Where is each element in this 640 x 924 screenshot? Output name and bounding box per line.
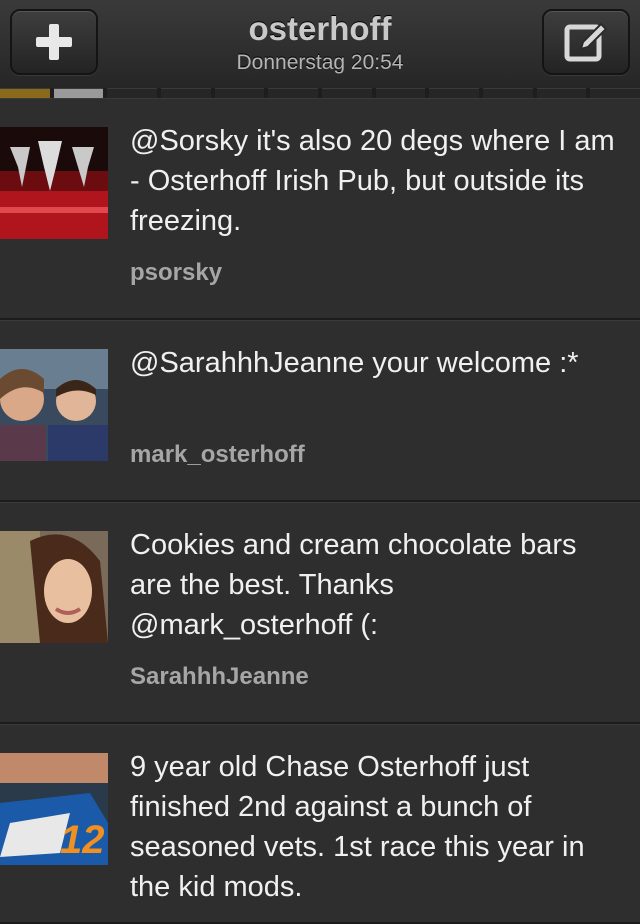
page-dot bbox=[107, 88, 158, 98]
tweet-row[interactable]: 12 9 year old Chase Osterhoff just finis… bbox=[0, 724, 640, 924]
page-dot bbox=[483, 88, 533, 98]
tweet-text: Cookies and cream chocolate bars are the… bbox=[130, 529, 577, 641]
page-dot bbox=[322, 88, 372, 98]
tweet-row[interactable]: @SarahhhJeanne your welcome :* mark_oste… bbox=[0, 320, 640, 502]
tweet-text: 9 year old Chase Osterhoff just finished… bbox=[130, 751, 585, 903]
page-dot bbox=[590, 88, 640, 98]
tweet-row[interactable]: @Sorsky it's also 20 degs where I am - O… bbox=[0, 98, 640, 320]
page-indicator bbox=[0, 88, 640, 98]
page-dot bbox=[214, 88, 265, 98]
page-dot bbox=[0, 88, 50, 98]
nav-bar: osterhoff Donnerstag 20:54 bbox=[0, 0, 640, 88]
page-dot bbox=[161, 88, 211, 98]
avatar[interactable] bbox=[0, 349, 108, 461]
trophies-photo bbox=[0, 127, 108, 239]
tweet-text: @SarahhhJeanne your welcome :* bbox=[130, 347, 579, 379]
page-dot bbox=[429, 88, 480, 98]
page-dot bbox=[536, 88, 587, 98]
compose-icon bbox=[564, 22, 608, 62]
girl-photo bbox=[0, 531, 108, 643]
svg-text:12: 12 bbox=[60, 818, 105, 862]
tweet-row[interactable]: Cookies and cream chocolate bars are the… bbox=[0, 502, 640, 724]
tweet-username[interactable]: mark_osterhoff bbox=[130, 441, 305, 469]
avatar[interactable]: 12 bbox=[0, 753, 108, 865]
tweet-username[interactable]: SarahhhJeanne bbox=[130, 663, 309, 691]
selfie-photo bbox=[0, 349, 108, 461]
page-dot bbox=[375, 88, 426, 98]
page-dot bbox=[268, 88, 319, 98]
page-dot bbox=[53, 88, 104, 98]
tweet-text: @Sorsky it's also 20 degs where I am - O… bbox=[130, 125, 615, 237]
tweet-username[interactable]: psorsky bbox=[130, 259, 222, 287]
compose-button[interactable] bbox=[542, 9, 630, 75]
tweet-list: @Sorsky it's also 20 degs where I am - O… bbox=[0, 98, 640, 924]
avatar[interactable] bbox=[0, 127, 108, 239]
avatar[interactable] bbox=[0, 531, 108, 643]
race-car-photo: 12 bbox=[0, 753, 108, 865]
